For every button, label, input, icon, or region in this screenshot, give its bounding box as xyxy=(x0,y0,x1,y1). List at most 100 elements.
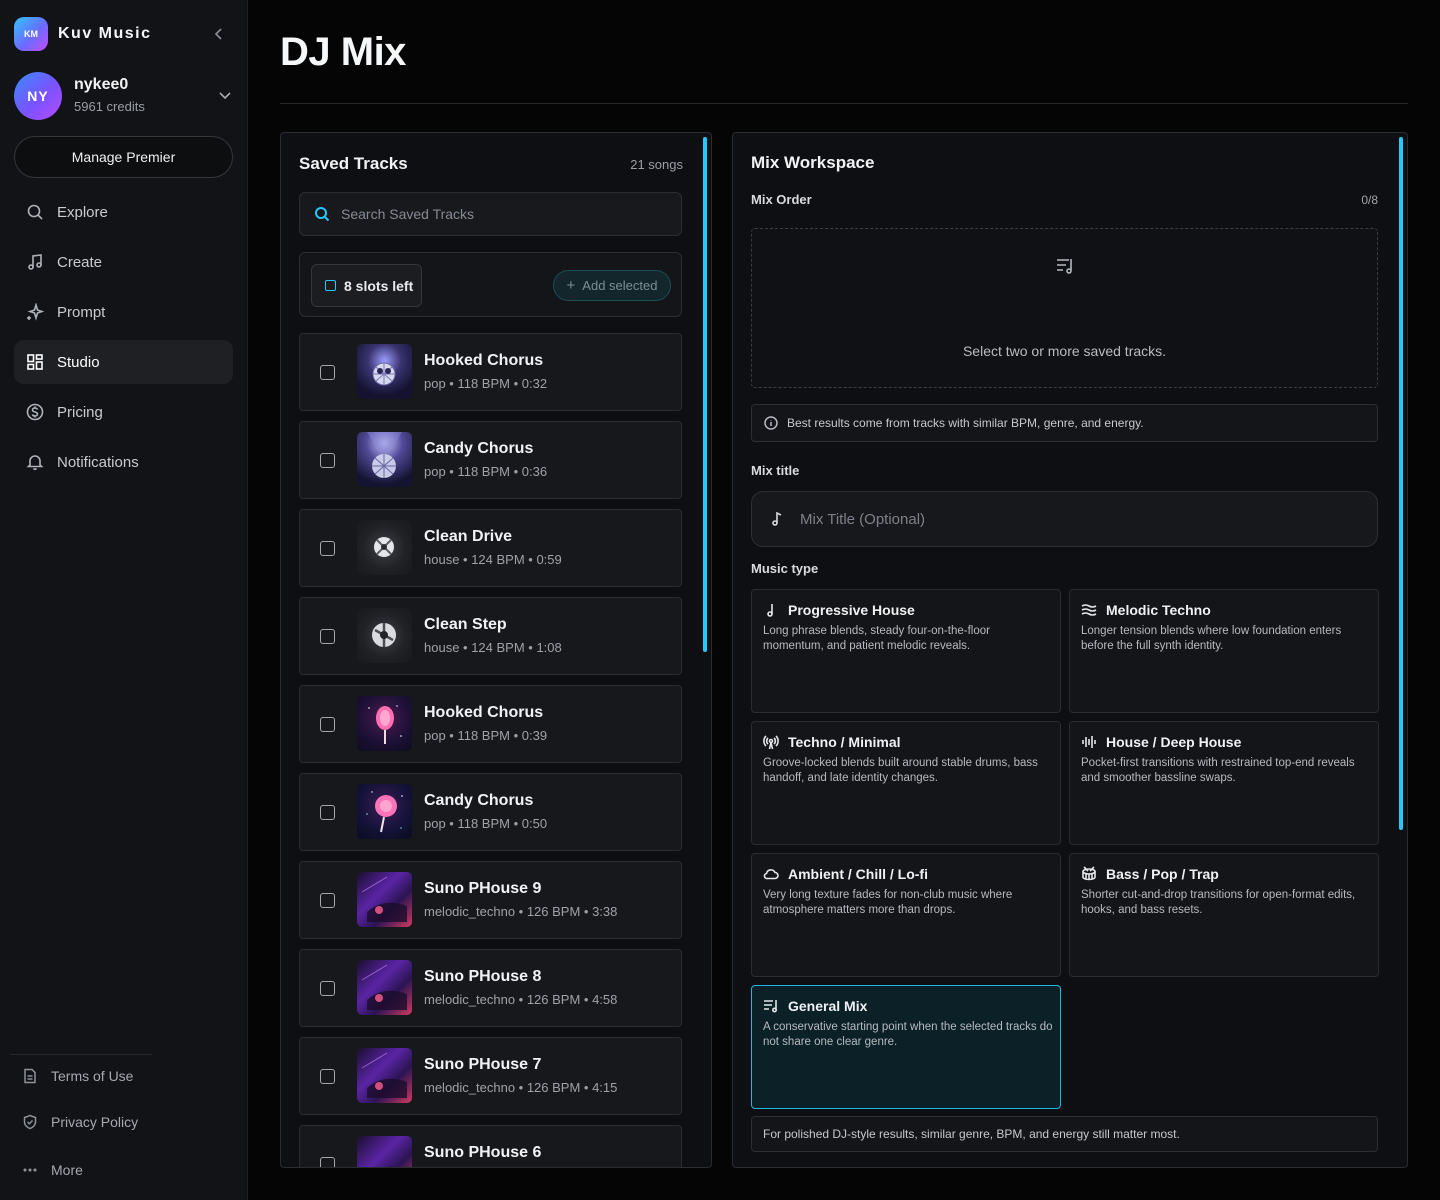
track-row[interactable]: Clean Drive house • 124 BPM • 0:59 xyxy=(299,509,682,587)
track-checkbox[interactable] xyxy=(320,805,335,820)
music-type-name: Progressive House xyxy=(788,602,915,618)
music-type-description: Long phrase blends, steady four-on-the-f… xyxy=(763,625,990,652)
track-meta: melodic_techno • 126 BPM • 3:38 xyxy=(424,904,618,919)
select-all-checkbox[interactable] xyxy=(325,280,336,291)
track-meta: melodic_techno • 126 BPM • 4:15 xyxy=(424,1080,618,1095)
add-selected-label: Add selected xyxy=(582,278,658,293)
saved-tracks-scrollbar[interactable] xyxy=(703,137,707,652)
track-artwork xyxy=(357,872,412,927)
bell-icon xyxy=(26,455,44,471)
app-logo[interactable]: KM xyxy=(14,17,48,51)
music-type-melodic-techno[interactable]: Melodic Techno Longer tension blends whe… xyxy=(1069,589,1379,713)
more-button[interactable]: More xyxy=(22,1162,83,1178)
track-checkbox[interactable] xyxy=(320,1157,335,1167)
saved-tracks-count: 21 songs xyxy=(630,157,683,172)
track-row[interactable]: Hooked Chorus pop • 118 BPM • 0:39 xyxy=(299,685,682,763)
track-artwork xyxy=(357,344,412,399)
music-note-icon xyxy=(28,254,42,270)
track-name: Candy Chorus xyxy=(424,792,534,809)
track-checkbox[interactable] xyxy=(320,1069,335,1084)
track-checkbox[interactable] xyxy=(320,717,335,732)
track-row[interactable]: Suno PHouse 8 melodic_techno • 126 BPM •… xyxy=(299,949,682,1027)
audio-lines-icon xyxy=(1082,736,1096,748)
sidebar-item-explore[interactable]: Explore xyxy=(14,190,233,234)
track-row[interactable]: Suno PHouse 7 melodic_techno • 126 BPM •… xyxy=(299,1037,682,1115)
track-name: Hooked Chorus xyxy=(424,704,544,721)
mix-workspace-scrollbar[interactable] xyxy=(1399,137,1403,830)
music-type-name: Bass / Pop / Trap xyxy=(1106,866,1219,882)
mix-workspace-title: Mix Workspace xyxy=(751,153,875,172)
track-checkbox[interactable] xyxy=(320,365,335,380)
music-type-label: Music type xyxy=(751,561,819,576)
music-type-techno-minimal[interactable]: Techno / Minimal Groove-locked blends bu… xyxy=(751,721,1061,845)
music-type-name: General Mix xyxy=(788,998,868,1014)
track-artwork xyxy=(357,784,412,839)
track-meta: melodic_techno • 126 BPM • 4:58 xyxy=(424,992,618,1007)
mix-order-count: 0/8 xyxy=(1361,193,1378,207)
list-music-icon xyxy=(764,1000,778,1013)
shield-icon xyxy=(23,1114,37,1130)
music-type-description: A conservative starting point when the s… xyxy=(763,1021,1053,1048)
track-row[interactable]: Hooked Chorus pop • 118 BPM • 0:32 xyxy=(299,333,682,411)
track-checkbox[interactable] xyxy=(320,893,335,908)
selection-bar: 8 slots left + Add selected xyxy=(299,252,682,317)
track-name: Clean Step xyxy=(424,616,507,633)
drum-icon xyxy=(1082,866,1096,881)
track-row[interactable]: Clean Step house • 124 BPM • 1:08 xyxy=(299,597,682,675)
saved-tracks-title: Saved Tracks xyxy=(299,154,408,173)
music-type-general-mix[interactable]: General Mix A conservative starting poin… xyxy=(751,985,1061,1109)
track-name: Suno PHouse 7 xyxy=(424,1056,542,1073)
music-type-ambient-chill-lofi[interactable]: Ambient / Chill / Lo-fi Very long textur… xyxy=(751,853,1061,977)
collapse-sidebar-icon[interactable] xyxy=(211,26,227,42)
mix-title-input[interactable] xyxy=(800,510,1360,528)
track-checkbox[interactable] xyxy=(320,629,335,644)
sidebar-item-notifications[interactable]: Notifications xyxy=(14,440,233,484)
search-icon xyxy=(315,207,330,222)
track-checkbox[interactable] xyxy=(320,541,335,556)
chevron-down-icon[interactable] xyxy=(216,86,234,104)
search-saved-tracks[interactable] xyxy=(299,192,682,236)
track-meta: pop • 118 BPM • 0:39 xyxy=(424,728,548,743)
avatar[interactable]: NY xyxy=(14,72,62,120)
mix-title-field[interactable] xyxy=(751,491,1378,547)
sparkle-icon xyxy=(27,303,44,321)
track-artwork xyxy=(357,520,412,575)
sidebar-item-label: Studio xyxy=(57,353,100,371)
terms-of-use-label: Terms of Use xyxy=(51,1068,134,1084)
music-type-bass-pop-trap[interactable]: Bass / Pop / Trap Shorter cut-and-drop t… xyxy=(1069,853,1379,977)
sidebar-item-label: Pricing xyxy=(57,403,103,421)
sidebar-item-label: Notifications xyxy=(57,453,139,471)
track-meta: house • 124 BPM • 1:08 xyxy=(424,640,562,655)
slots-left-badge[interactable]: 8 slots left xyxy=(311,264,422,307)
search-input[interactable] xyxy=(341,206,661,222)
track-checkbox[interactable] xyxy=(320,453,335,468)
sidebar-item-prompt[interactable]: Prompt xyxy=(14,290,233,334)
manage-premier-button[interactable]: Manage Premier xyxy=(14,136,233,178)
track-artwork xyxy=(357,696,412,751)
cloud-icon xyxy=(763,869,779,880)
main-content: DJ Mix Saved Tracks 21 songs 8 slots lef… xyxy=(248,0,1440,1200)
music-type-progressive-house[interactable]: Progressive House Long phrase blends, st… xyxy=(751,589,1061,713)
privacy-policy-link[interactable]: Privacy Policy xyxy=(22,1114,138,1130)
music-type-name: Techno / Minimal xyxy=(788,734,901,750)
mix-tip: Best results come from tracks with simil… xyxy=(751,404,1378,442)
track-row[interactable]: Suno PHouse 6 xyxy=(299,1125,682,1167)
track-row[interactable]: Candy Chorus pop • 118 BPM • 0:50 xyxy=(299,773,682,851)
sidebar-item-create[interactable]: Create xyxy=(14,240,233,284)
music-type-house-deep-house[interactable]: House / Deep House Pocket-first transiti… xyxy=(1069,721,1379,845)
privacy-policy-label: Privacy Policy xyxy=(51,1114,139,1130)
track-meta: pop • 118 BPM • 0:50 xyxy=(424,816,548,831)
mix-workspace-panel: Mix Workspace Mix Order 0/8 Select two o… xyxy=(732,132,1408,1168)
track-row[interactable]: Candy Chorus pop • 118 BPM • 0:36 xyxy=(299,421,682,499)
sidebar-item-studio[interactable]: Studio xyxy=(14,340,233,384)
track-artwork xyxy=(357,960,412,1015)
music-type-description: Very long texture fades for non-club mus… xyxy=(763,889,1013,916)
track-row[interactable]: Suno PHouse 9 melodic_techno • 126 BPM •… xyxy=(299,861,682,939)
add-selected-button[interactable]: + Add selected xyxy=(553,270,671,301)
terms-of-use-link[interactable]: Terms of Use xyxy=(22,1068,133,1084)
music-type-name: Melodic Techno xyxy=(1106,602,1211,618)
username: nykee0 xyxy=(74,76,129,93)
track-checkbox[interactable] xyxy=(320,981,335,996)
mix-order-dropzone[interactable]: Select two or more saved tracks. xyxy=(751,228,1378,388)
sidebar-item-pricing[interactable]: Pricing xyxy=(14,390,233,434)
